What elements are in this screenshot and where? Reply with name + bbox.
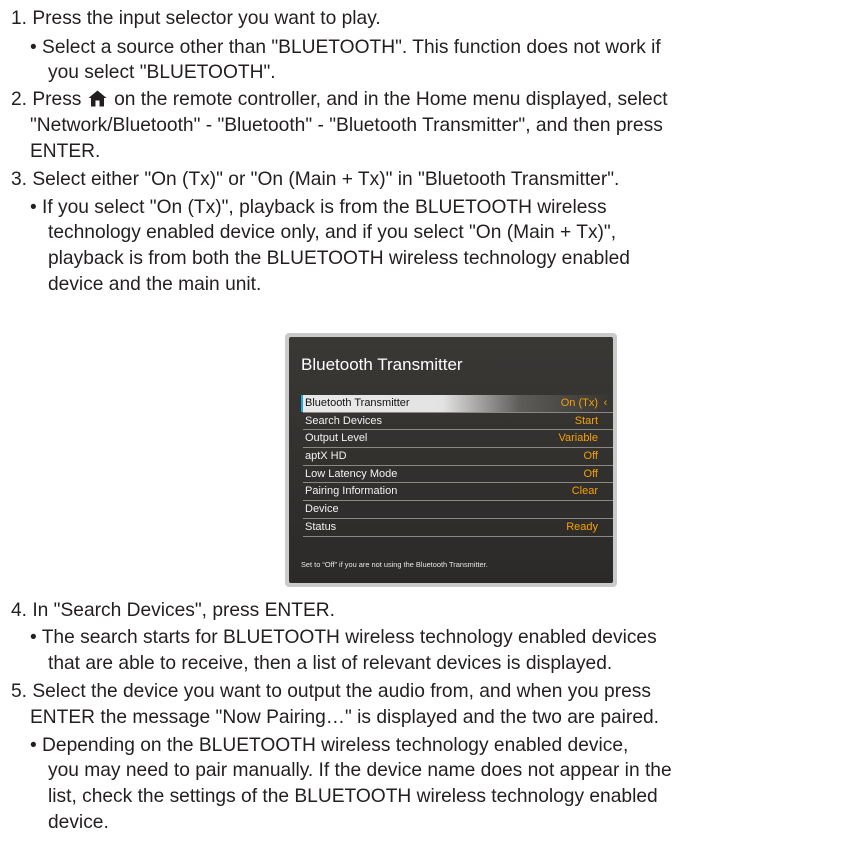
menu-row-low-latency-mode[interactable]: Low Latency Mode Off <box>303 466 613 484</box>
menu-label: Pairing Information <box>305 485 398 498</box>
menu-row-aptx-hd[interactable]: aptX HD Off <box>303 448 613 466</box>
menu-label: aptX HD <box>305 450 347 463</box>
menu-row-search-devices[interactable]: Search Devices Start <box>303 413 613 431</box>
step-3-note-line-4: device and the main unit. <box>48 274 262 295</box>
osd-screen: Bluetooth Transmitter Bluetooth Transmit… <box>289 337 613 583</box>
menu-label: Output Level <box>305 432 368 445</box>
step-3-note-line-2: technology enabled device only, and if y… <box>48 222 617 243</box>
menu-value: Variable <box>558 432 598 445</box>
step-4-note-line-2: that are able to receive, then a list of… <box>48 653 613 674</box>
home-icon <box>88 90 107 113</box>
menu-value: Off <box>583 467 598 480</box>
step-5-note-line-3: list, check the settings of the BLUETOOT… <box>48 786 658 807</box>
menu-row-pairing-information[interactable]: Pairing Information Clear <box>303 483 613 502</box>
menu-label: Search Devices <box>305 414 383 427</box>
menu-value: On (Tx) <box>560 397 598 409</box>
step-3-note-line-1: • If you select "On (Tx)", playback is f… <box>30 197 607 218</box>
step-4-note-line-1: • The search starts for BLUETOOTH wirele… <box>30 627 657 648</box>
step-5-line-1: 5. Select the device you want to output … <box>11 681 651 702</box>
menu-value: Clear <box>571 485 598 498</box>
menu-label: Low Latency Mode <box>305 467 398 480</box>
left-right-arrows-icon: ‹ › <box>603 397 613 409</box>
settings-menu: Bluetooth Transmitter On (Tx) ‹ › Search… <box>301 395 613 537</box>
step-4: 4. In "Search Devices", press ENTER. <box>11 600 335 621</box>
step-2-line-2: "Network/Bluetooth" - "Bluetooth" - "Blu… <box>30 115 663 136</box>
step-1-note-line-2: you select "BLUETOOTH". <box>48 62 276 83</box>
screen-title: Bluetooth Transmitter <box>301 355 463 374</box>
menu-value: Start <box>574 414 598 427</box>
tv-screen-figure: Bluetooth Transmitter Bluetooth Transmit… <box>285 333 617 587</box>
menu-row-output-level[interactable]: Output Level Variable <box>303 430 613 449</box>
menu-row-bluetooth-transmitter[interactable]: Bluetooth Transmitter On (Tx) ‹ › <box>301 395 613 413</box>
step-1-note-line-1: • Select a source other than "BLUETOOTH"… <box>30 37 661 58</box>
step-5-line-2: ENTER the message "Now Pairing…" is disp… <box>30 707 659 728</box>
step-5-note-line-4: device. <box>48 812 109 833</box>
menu-row-status[interactable]: Status Ready <box>303 519 613 537</box>
step-5-note-line-1: • Depending on the BLUETOOTH wireless te… <box>30 735 629 756</box>
step-1: 1. Press the input selector you want to … <box>11 8 381 29</box>
menu-label: Device <box>305 503 339 516</box>
menu-label: Bluetooth Transmitter <box>305 397 410 409</box>
step-3: 3. Select either "On (Tx)" or "On (Main … <box>11 169 620 190</box>
step-2-prefix: 2. Press <box>11 89 82 110</box>
step-5-note-line-2: you may need to pair manually. If the de… <box>48 760 672 781</box>
menu-label: Status <box>305 520 337 533</box>
menu-value: Ready <box>566 520 598 533</box>
screen-footnote: Set to “Off” if you are not using the Bl… <box>301 560 488 569</box>
step-3-note-line-3: playback is from both the BLUETOOTH wire… <box>48 248 630 269</box>
step-2-line-3: ENTER. <box>30 141 101 162</box>
menu-row-device[interactable]: Device <box>303 501 613 519</box>
step-2-rest: on the remote controller, and in the Hom… <box>114 89 668 110</box>
menu-value: Off <box>583 450 598 463</box>
step-2-line-1: 2. Press on the remote controller, and i… <box>11 89 668 113</box>
